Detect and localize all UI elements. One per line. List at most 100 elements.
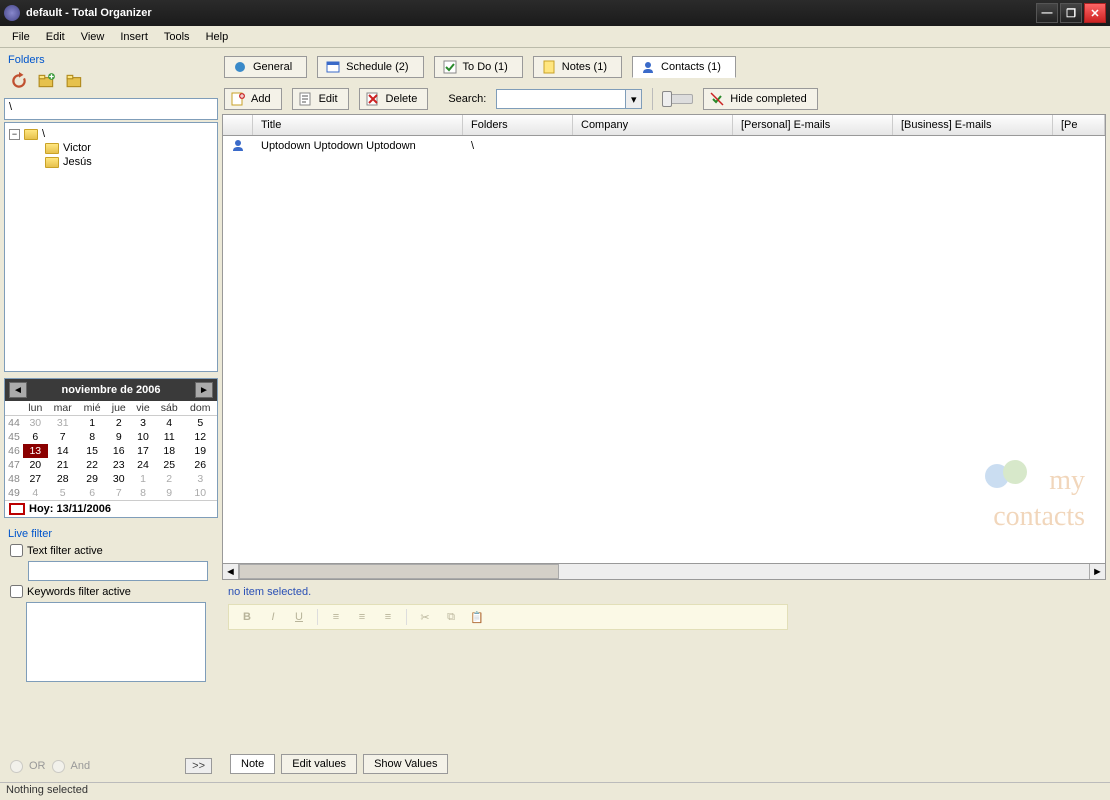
calendar-day[interactable]: 9 [155,486,184,500]
tree-node-victor[interactable]: Victor [63,142,91,154]
align-right-icon[interactable]: ≡ [380,609,396,625]
refresh-icon[interactable] [10,72,28,90]
table-row[interactable]: Uptodown Uptodown Uptodown \ [223,136,1105,156]
calendar-day[interactable]: 23 [106,458,131,472]
tab-notes[interactable]: Notes (1) [533,56,622,78]
folder-tree[interactable]: − \ Victor Jesús [4,122,218,372]
calendar-day[interactable]: 8 [131,486,155,500]
italic-icon[interactable]: I [265,609,281,625]
tree-collapse-icon[interactable]: − [9,129,20,140]
tab-contacts[interactable]: Contacts (1) [632,56,736,78]
text-filter-checkbox[interactable] [10,544,23,557]
calendar-day[interactable]: 24 [131,458,155,472]
menu-view[interactable]: View [73,29,113,45]
calendar-day[interactable]: 30 [106,472,131,486]
col-icon[interactable] [223,115,253,135]
horizontal-scrollbar[interactable]: ◄ ► [222,564,1106,580]
search-dropdown-icon[interactable]: ▾ [626,89,642,109]
menu-insert[interactable]: Insert [112,29,156,45]
calendar-day[interactable]: 17 [131,444,155,458]
calendar-day[interactable]: 8 [78,430,107,444]
menu-edit[interactable]: Edit [38,29,73,45]
copy-icon[interactable]: ⧉ [443,609,459,625]
tab-general[interactable]: General [224,56,307,78]
close-button[interactable]: ✕ [1084,3,1106,23]
calendar-day[interactable]: 29 [78,472,107,486]
menu-help[interactable]: Help [198,29,237,45]
add-button[interactable]: Add [224,88,282,110]
calendar-day[interactable]: 4 [23,486,48,500]
calendar-day[interactable]: 7 [48,430,78,444]
tree-node-jesus[interactable]: Jesús [63,156,92,168]
calendar-day[interactable]: 26 [184,458,217,472]
calendar-day[interactable]: 16 [106,444,131,458]
text-filter-input[interactable] [28,561,208,581]
calendar-day[interactable]: 9 [106,430,131,444]
filter-apply-button[interactable]: >> [185,758,212,774]
calendar-day[interactable]: 1 [131,472,155,486]
calendar-prev-button[interactable]: ◄ [9,382,27,398]
detail-tab-show-values[interactable]: Show Values [363,754,448,774]
folder-options-icon[interactable] [66,72,84,90]
calendar-day[interactable]: 7 [106,486,131,500]
calendar-day[interactable]: 25 [155,458,184,472]
calendar-next-button[interactable]: ► [195,382,213,398]
tab-schedule[interactable]: Schedule (2) [317,56,423,78]
path-input[interactable]: \ [4,98,218,120]
col-company[interactable]: Company [573,115,733,135]
tab-todo[interactable]: To Do (1) [434,56,523,78]
zoom-slider[interactable] [663,94,693,104]
scroll-left-button[interactable]: ◄ [223,564,239,579]
calendar-day[interactable]: 27 [23,472,48,486]
calendar-day[interactable]: 3 [131,416,155,431]
calendar-day[interactable]: 15 [78,444,107,458]
calendar-day[interactable]: 21 [48,458,78,472]
calendar-day[interactable]: 5 [48,486,78,500]
calendar-day[interactable]: 4 [155,416,184,431]
new-folder-icon[interactable] [38,72,56,90]
paste-icon[interactable]: 📋 [469,609,485,625]
calendar-today-label[interactable]: Hoy: 13/11/2006 [29,503,111,515]
list-body[interactable]: Uptodown Uptodown Uptodown \ my contacts [222,136,1106,564]
col-folders[interactable]: Folders [463,115,573,135]
calendar-day[interactable]: 12 [184,430,217,444]
maximize-button[interactable]: ❐ [1060,3,1082,23]
bold-icon[interactable]: B [239,609,255,625]
calendar-day[interactable]: 19 [184,444,217,458]
calendar-day[interactable]: 6 [78,486,107,500]
calendar-day[interactable]: 10 [131,430,155,444]
calendar-day[interactable]: 13 [23,444,48,458]
col-title[interactable]: Title [253,115,463,135]
calendar-day[interactable]: 18 [155,444,184,458]
search-input[interactable] [496,89,626,109]
calendar-day[interactable]: 10 [184,486,217,500]
calendar-day[interactable]: 5 [184,416,217,431]
detail-tab-note[interactable]: Note [230,754,275,774]
hide-completed-button[interactable]: Hide completed [703,88,817,110]
calendar-day[interactable]: 3 [184,472,217,486]
calendar-day[interactable]: 28 [48,472,78,486]
align-left-icon[interactable]: ≡ [328,609,344,625]
calendar-day[interactable]: 2 [155,472,184,486]
calendar-day[interactable]: 22 [78,458,107,472]
scroll-right-button[interactable]: ► [1089,564,1105,579]
underline-icon[interactable]: U [291,609,307,625]
col-business-emails[interactable]: [Business] E-mails [893,115,1053,135]
edit-button[interactable]: Edit [292,88,349,110]
detail-tab-edit-values[interactable]: Edit values [281,754,357,774]
calendar-day[interactable]: 31 [48,416,78,431]
calendar-day[interactable]: 1 [78,416,107,431]
keywords-filter-checkbox[interactable] [10,585,23,598]
scroll-thumb[interactable] [239,564,559,579]
calendar-day[interactable]: 2 [106,416,131,431]
tree-root-label[interactable]: \ [42,128,45,140]
minimize-button[interactable]: — [1036,3,1058,23]
calendar-day[interactable]: 14 [48,444,78,458]
delete-button[interactable]: Delete [359,88,429,110]
calendar-day[interactable]: 20 [23,458,48,472]
align-center-icon[interactable]: ≡ [354,609,370,625]
col-extra[interactable]: [Pe [1053,115,1105,135]
menu-file[interactable]: File [4,29,38,45]
cut-icon[interactable]: ✂ [417,609,433,625]
menu-tools[interactable]: Tools [156,29,198,45]
